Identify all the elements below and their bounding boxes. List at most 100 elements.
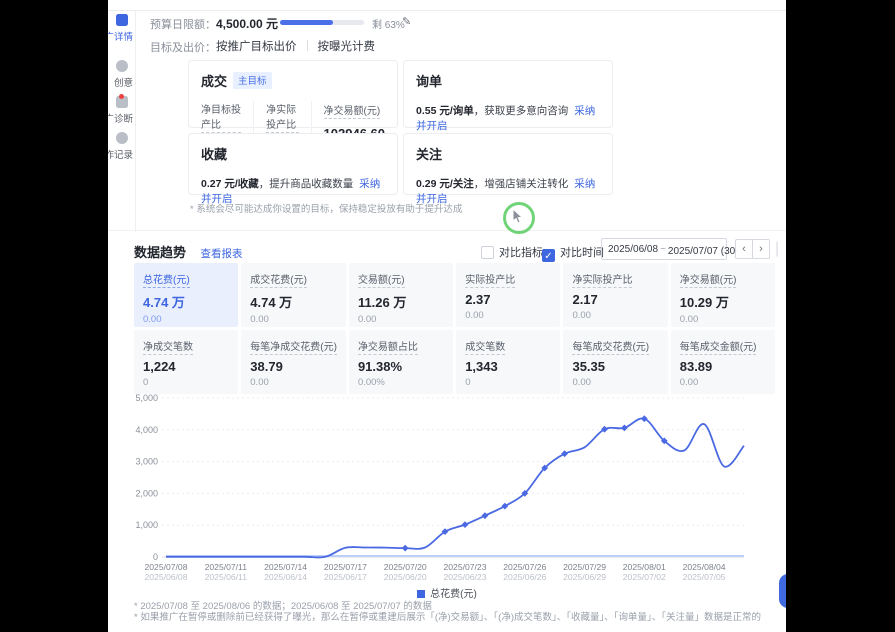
metric-label: 每笔净成交花费(元) <box>250 338 337 355</box>
metric-compare-value: 0.00 <box>572 310 658 321</box>
deal-title: 成交 <box>201 71 227 90</box>
svg-text:5,000: 5,000 <box>135 393 158 403</box>
metric-card-10[interactable]: 每笔成交花费(元) 35.35 0.00 <box>563 330 667 394</box>
svg-text:2025/07/23: 2025/07/23 <box>443 562 486 572</box>
svg-text:2025/07/08: 2025/07/08 <box>144 562 187 572</box>
svg-text:2025/07/20: 2025/07/20 <box>384 562 427 572</box>
detail-sidebar: 推广详情 创意 推广诊断 操作记录 <box>108 10 136 232</box>
next-period-button[interactable]: › <box>752 239 770 259</box>
metric-compare-value: 0 <box>143 377 229 388</box>
compare-time-control[interactable]: ✓对比时间 <box>542 243 604 262</box>
metric-label: 交易额(元) <box>358 271 405 288</box>
trend-section-title: 数据趋势 <box>134 245 186 260</box>
svg-text:3,000: 3,000 <box>135 457 158 467</box>
date-range-picker[interactable]: 2025/06/08 ~ 2025/07/07 (30天) <box>601 238 727 260</box>
metric-card-0[interactable]: 总花费(元) 4.74 万 0.00 <box>134 263 238 327</box>
svg-text:2025/07/29: 2025/07/29 <box>563 562 606 572</box>
bid-by-goal-option[interactable]: 按推广目标出价 <box>216 41 297 53</box>
metric-card-3[interactable]: 实际投产比 2.37 0.00 <box>456 263 560 327</box>
svg-text:2025/07/17: 2025/07/17 <box>324 562 367 572</box>
daily-budget-label: 预算日限额： <box>150 19 216 31</box>
metric-value: 4.74 万 <box>250 292 337 311</box>
metric-card-4[interactable]: 净实际投产比 2.17 0.00 <box>563 263 667 327</box>
chart-footnote-2: * 如果推广在暂停或删除前已经获得了曝光，那么在暂停或重建后展示「(净)交易额」… <box>134 609 761 623</box>
metric-compare-value: 0.00 <box>143 314 229 325</box>
metric-compare-value: 0.00 <box>680 377 766 388</box>
svg-text:1,000: 1,000 <box>135 520 158 530</box>
budget-progress-bar <box>280 20 364 25</box>
svg-text:2025/06/29: 2025/06/29 <box>563 572 606 582</box>
metric-value: 11.26 万 <box>358 292 444 311</box>
svg-text:2025/06/23: 2025/06/23 <box>443 572 486 582</box>
metric-card-2[interactable]: 交易额(元) 11.26 万 0.00 <box>349 263 453 327</box>
sidebar-item-icon <box>116 14 128 26</box>
daily-budget-value: 4,500.00 元 <box>216 15 278 32</box>
metric-card-9[interactable]: 成交笔数 1,343 0 <box>456 330 560 394</box>
main-panel: 推广详情 创意 推广诊断 操作记录 预算日限额： 4,500.00 元 剩 63… <box>108 0 786 632</box>
compare-metric-checkbox[interactable] <box>481 246 494 259</box>
bid-by-impression-option[interactable]: 按曝光计费 <box>318 41 376 53</box>
date-range-separator: ~ <box>660 244 666 255</box>
metric-value: 4.74 万 <box>143 292 229 311</box>
metric-compare-value: 0 <box>465 377 551 388</box>
svg-text:2025/07/14: 2025/07/14 <box>264 562 307 572</box>
metric-value: 35.35 <box>572 359 658 374</box>
compare-time-checkbox[interactable]: ✓ <box>542 249 555 262</box>
sidebar-item-icon <box>116 96 128 108</box>
metric-card-8[interactable]: 净交易额占比 91.38% 0.00% <box>349 330 453 394</box>
goal-card-favorite: 收藏 0.27 元/收藏，提升商品收藏数量采纳并开启 <box>188 133 398 195</box>
metric-card-6[interactable]: 净成交笔数 1,224 0 <box>134 330 238 394</box>
svg-text:2025/06/17: 2025/06/17 <box>324 572 367 582</box>
inquiry-title: 询单 <box>416 71 442 90</box>
sidebar-item-label: 创意 <box>114 75 133 89</box>
metric-label: 实际投产比 <box>465 271 515 288</box>
compare-metric-control[interactable]: 对比指标 <box>481 243 543 261</box>
sidebar-item-icon <box>116 60 128 72</box>
budget-progress-fill <box>280 20 333 25</box>
metric-label: 净实际投产比 <box>572 271 632 288</box>
metric-compare-value: 0.00% <box>358 377 444 388</box>
svg-text:2025/06/20: 2025/06/20 <box>384 572 427 582</box>
metric-card-11[interactable]: 每笔成交金额(元) 83.89 0.00 <box>671 330 775 394</box>
goal-card-deal: 成交主目标 净目标投产比 ⓘ 2.45 ✎ 净实际投产比 2.17 净交易额(元… <box>188 60 398 128</box>
trend-header: 数据趋势 查看报表 对比指标 ✓对比时间 2025/06/08 ~ 2025/0… <box>134 242 774 262</box>
daily-budget-row: 预算日限额： 4,500.00 元 剩 63% ✎ <box>150 15 216 33</box>
main-goal-badge: 主目标 <box>233 72 272 89</box>
svg-text:2025/06/11: 2025/06/11 <box>205 572 248 582</box>
metric-value: 10.29 万 <box>680 292 766 311</box>
metric-card-grid: 总花费(元) 4.74 万 0.00 成交花费(元) 4.74 万 0.00 交… <box>134 263 775 394</box>
legend-swatch <box>417 590 425 598</box>
metric-card-1[interactable]: 成交花费(元) 4.74 万 0.00 <box>241 263 346 327</box>
metric-compare-value: 0.00 <box>680 314 766 325</box>
metric-label: 成交笔数 <box>465 338 505 355</box>
metric-value: 2.37 <box>465 292 551 307</box>
metric-compare-value: 0.00 <box>250 314 337 325</box>
metric-compare-value: 0.00 <box>358 314 444 325</box>
metric-label: 总花费(元) <box>143 271 190 288</box>
mouse-cursor-icon <box>512 209 526 225</box>
metric-card-5[interactable]: 净交易额(元) 10.29 万 0.00 <box>671 263 775 327</box>
metric-card-7[interactable]: 每笔净成交花费(元) 38.79 0.00 <box>241 330 346 394</box>
metric-compare-value: 0.00 <box>572 377 658 388</box>
view-report-link[interactable]: 查看报表 <box>200 248 242 260</box>
metric-label: 每笔成交金额(元) <box>680 338 757 355</box>
goal-card-follow: 关注 0.29 元/关注，增强店铺关注转化采纳并开启 <box>403 133 613 195</box>
metric-label: 净成交笔数 <box>143 338 193 355</box>
trend-line-chart[interactable]: 01,0002,0003,0004,0005,0002025/07/082025… <box>108 390 786 585</box>
metric-value: 1,343 <box>465 359 551 374</box>
metric-label: 成交花费(元) <box>250 271 307 288</box>
bidding-label: 目标及出价： <box>150 42 216 54</box>
prev-period-button[interactable]: ‹ <box>735 239 753 259</box>
metric-value: 83.89 <box>680 359 766 374</box>
metric-label: 净交易额(元) <box>680 271 737 288</box>
metric-value: 38.79 <box>250 359 337 374</box>
svg-text:2025/07/02: 2025/07/02 <box>623 572 666 582</box>
budget-edit-icon[interactable]: ✎ <box>402 15 411 28</box>
goal-card-inquiry: 询单 0.55 元/询单，获取更多意向咨询采纳并开启 <box>403 60 613 128</box>
follow-title: 关注 <box>416 144 442 163</box>
metric-compare-value: 0.00 <box>465 310 551 321</box>
left-letterbox <box>0 0 108 632</box>
goal-footnote: * 系统会尽可能达成你设置的目标，保持稳定投放有助于提升达成 <box>190 201 462 215</box>
top-divider <box>108 10 786 11</box>
section-divider <box>108 230 786 231</box>
